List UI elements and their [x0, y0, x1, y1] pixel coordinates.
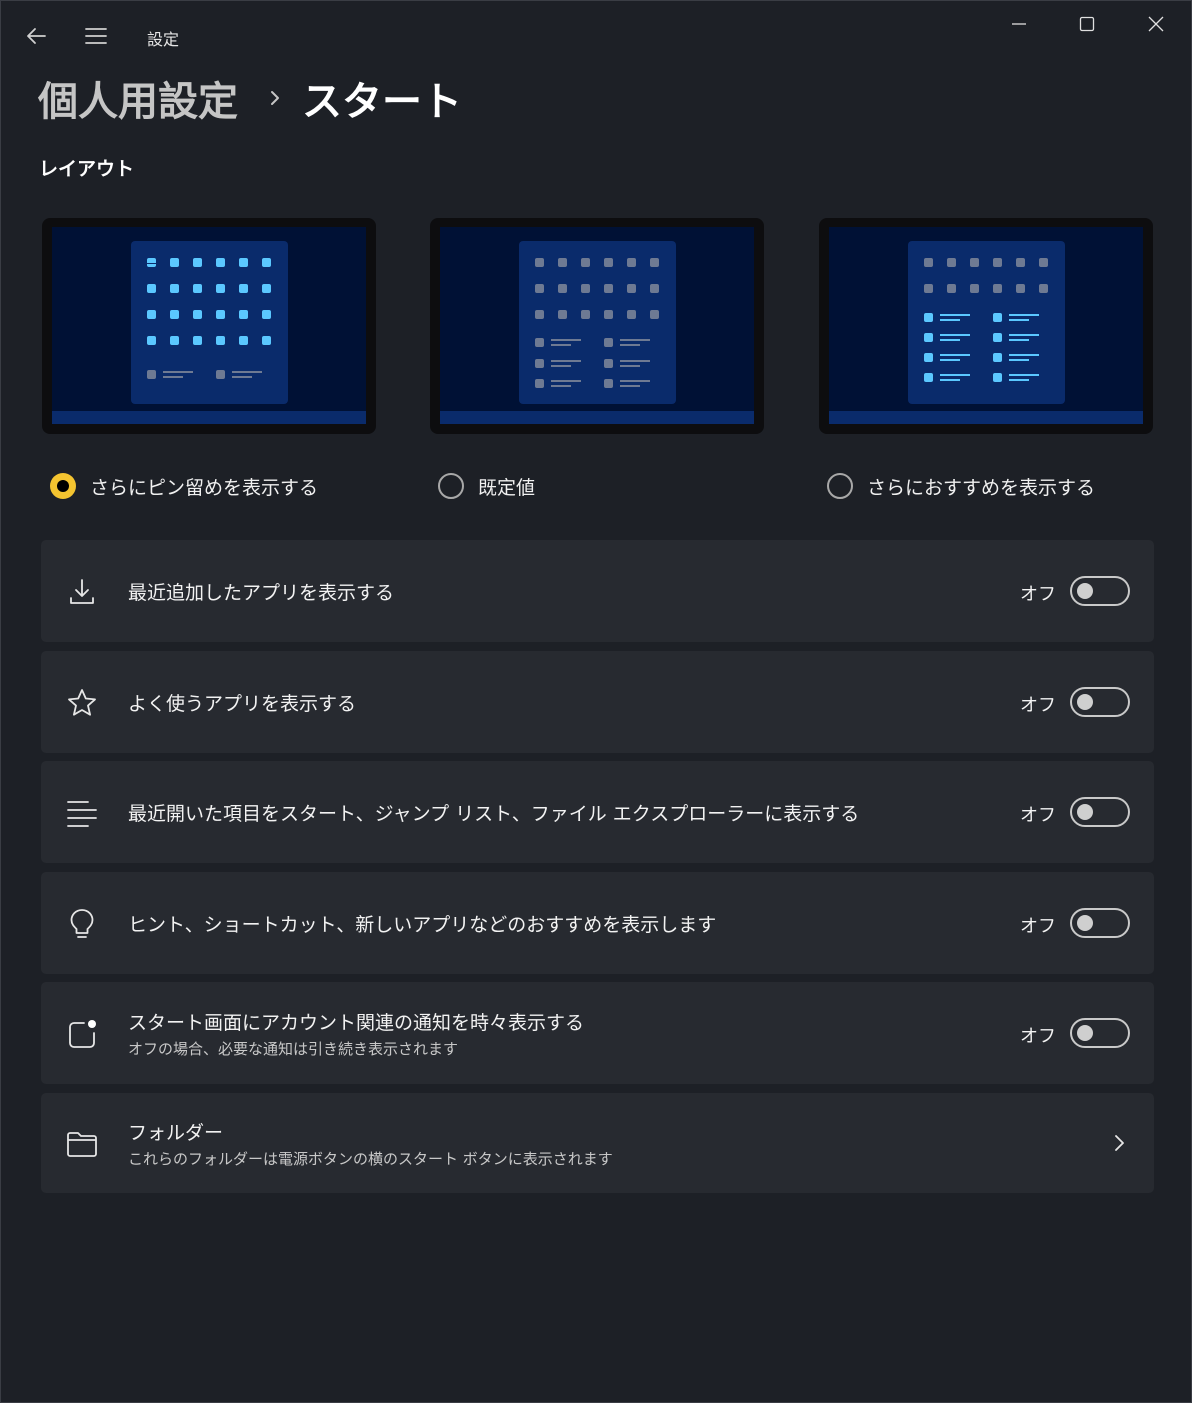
toggle-state-label: オフ: [1020, 1026, 1056, 1047]
setting-recently-added-apps: 最近追加したアプリを表示する オフ: [41, 540, 1154, 642]
setting-title: フォルダー: [128, 1121, 224, 1144]
setting-title: スタート画面にアカウント関連の通知を時々表示する: [128, 1011, 585, 1034]
title-bar: 設定: [0, 0, 1192, 64]
toggle-switch[interactable]: [1070, 797, 1130, 827]
toggle-knob: [1077, 583, 1093, 599]
toggle-state-label: オフ: [1020, 916, 1056, 937]
toggle-switch[interactable]: [1070, 576, 1130, 606]
toggle-knob: [1077, 915, 1093, 931]
toggle-knob: [1077, 694, 1093, 710]
radio-more-recommendations[interactable]: さらにおすすめを表示する: [827, 470, 1095, 502]
radio-label: さらにおすすめを表示する: [867, 476, 1096, 499]
download-icon: [65, 575, 99, 609]
back-button[interactable]: [22, 22, 50, 50]
radio-button[interactable]: [438, 473, 464, 499]
toggle-knob: [1077, 1025, 1093, 1041]
lightbulb-icon: [65, 907, 99, 941]
chevron-right-icon: [260, 83, 290, 113]
layout-preview-more-recommendations[interactable]: [819, 218, 1153, 434]
page-title: スタート: [302, 79, 462, 125]
star-icon: [65, 686, 99, 720]
back-arrow-icon: [27, 28, 46, 44]
layout-preview-more-pins[interactable]: [42, 218, 376, 434]
setting-description: オフの場合、必要な通知は引き続き表示されます: [128, 1039, 459, 1058]
maximize-button[interactable]: [1064, 8, 1110, 40]
setting-folders[interactable]: フォルダー これらのフォルダーは電源ボタンの横のスタート ボタンに表示されます: [41, 1093, 1154, 1193]
setting-title: よく使うアプリを表示する: [128, 692, 357, 715]
folder-icon: [65, 1127, 99, 1161]
radio-label: 既定値: [478, 476, 536, 499]
radio-label: さらにピン留めを表示する: [90, 476, 319, 499]
toggle-switch[interactable]: [1070, 1018, 1130, 1048]
chevron-right-icon: [1108, 1130, 1130, 1156]
radio-button-selected[interactable]: [50, 473, 76, 499]
toggle-state-label: オフ: [1020, 584, 1056, 605]
breadcrumb-parent-link[interactable]: 個人用設定: [38, 69, 238, 127]
setting-tips-recommendations: ヒント、ショートカット、新しいアプリなどのおすすめを表示します オフ: [41, 872, 1154, 974]
setting-recently-opened-items: 最近開いた項目をスタート、ジャンプ リスト、ファイル エクスプローラーに表示する…: [41, 761, 1154, 863]
window-title: 設定: [147, 30, 180, 49]
radio-default[interactable]: 既定値: [438, 470, 535, 502]
toggle-knob: [1077, 804, 1093, 820]
layout-preview-default[interactable]: [430, 218, 764, 434]
toggle-state-label: オフ: [1020, 805, 1056, 826]
layout-section-title: レイアウト: [39, 158, 135, 180]
setting-description: これらのフォルダーは電源ボタンの横のスタート ボタンに表示されます: [128, 1149, 613, 1168]
radio-more-pins[interactable]: さらにピン留めを表示する: [50, 470, 318, 502]
close-button[interactable]: [1133, 8, 1179, 40]
setting-title: 最近追加したアプリを表示する: [128, 581, 395, 604]
toggle-state-label: オフ: [1020, 695, 1056, 716]
toggle-switch[interactable]: [1070, 908, 1130, 938]
minimize-icon: [1012, 23, 1026, 25]
notification-icon: [65, 1017, 99, 1051]
setting-account-notifications: スタート画面にアカウント関連の通知を時々表示する オフの場合、必要な通知は引き続…: [41, 982, 1154, 1084]
close-icon: [1148, 16, 1164, 32]
setting-most-used-apps: よく使うアプリを表示する オフ: [41, 651, 1154, 753]
radio-button[interactable]: [827, 473, 853, 499]
breadcrumb: 個人用設定 スタート: [38, 70, 462, 126]
minimize-button[interactable]: [996, 8, 1042, 40]
maximize-icon: [1079, 16, 1095, 32]
navigation-menu-button[interactable]: [82, 22, 110, 50]
toggle-switch[interactable]: [1070, 687, 1130, 717]
setting-title: ヒント、ショートカット、新しいアプリなどのおすすめを表示します: [128, 913, 717, 936]
hamburger-icon: [85, 28, 107, 44]
setting-title: 最近開いた項目をスタート、ジャンプ リスト、ファイル エクスプローラーに表示する: [128, 802, 860, 825]
list-icon: [65, 796, 99, 830]
